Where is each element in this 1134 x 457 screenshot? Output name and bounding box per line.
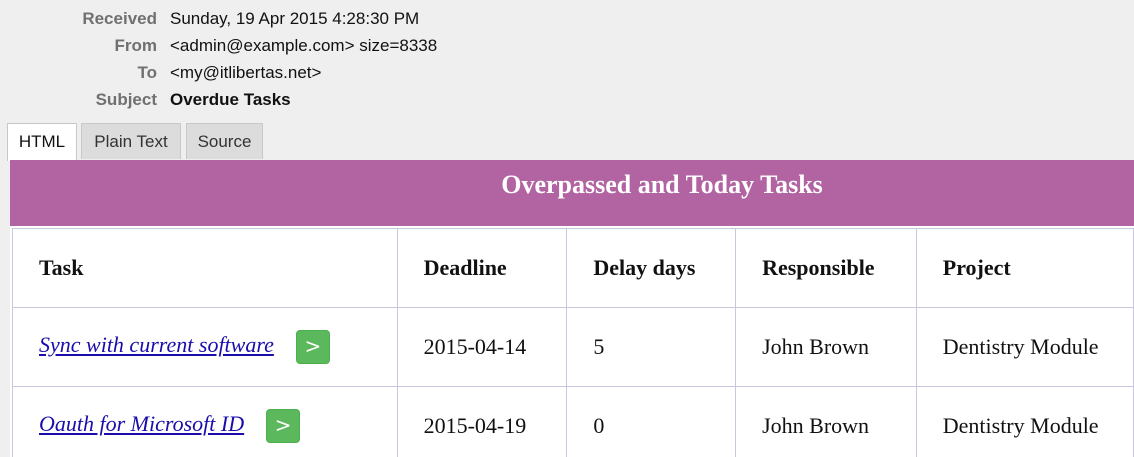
- header-to: To <my@itlibertas.net>: [0, 60, 1134, 87]
- header-label-from: From: [114, 36, 158, 55]
- deadline-cell: 2015-04-19: [396, 386, 568, 457]
- project-cell: Dentistry Module: [915, 307, 1134, 387]
- project-cell: Dentistry Module: [915, 386, 1134, 457]
- email-body: Overpassed and Today Tasks Task Deadline…: [10, 160, 1134, 457]
- task-cell: Oauth for Microsoft ID >: [12, 386, 398, 457]
- open-task-button[interactable]: >: [266, 409, 301, 443]
- table-row: Oauth for Microsoft ID > 2015-04-19 0 Joh…: [12, 386, 1134, 457]
- header-label-to: To: [137, 63, 157, 82]
- task-link[interactable]: Sync with current software: [39, 332, 274, 357]
- table-row: Sync with current software > 2015-04-14 5…: [12, 307, 1134, 387]
- tab-plain-text[interactable]: Plain Text: [81, 123, 181, 159]
- column-header-delay-days: Delay days: [566, 228, 737, 308]
- header-from: From <admin@example.com> size=8338: [0, 33, 1134, 60]
- delay-cell: 5: [566, 307, 737, 387]
- tab-source[interactable]: Source: [186, 123, 263, 159]
- message-headers: Received Sunday, 19 Apr 2015 4:28:30 PM …: [0, 6, 1134, 114]
- tab-html[interactable]: HTML: [7, 123, 77, 161]
- column-header-task: Task: [12, 228, 398, 308]
- deadline-cell: 2015-04-14: [396, 307, 568, 387]
- header-received: Received Sunday, 19 Apr 2015 4:28:30 PM: [0, 6, 1134, 33]
- header-label-subject: Subject: [95, 90, 157, 109]
- email-banner: Overpassed and Today Tasks: [10, 160, 1134, 226]
- delay-cell: 0: [566, 386, 737, 457]
- column-header-responsible: Responsible: [735, 228, 917, 308]
- table-header-row: Task Deadline Delay days Responsible Pro…: [12, 228, 1134, 308]
- column-header-project: Project: [915, 228, 1134, 308]
- responsible-cell: John Brown: [735, 307, 917, 387]
- banner-title: Overpassed and Today Tasks: [501, 170, 823, 199]
- header-value-to: <my@itlibertas.net>: [170, 63, 322, 82]
- header-value-received: Sunday, 19 Apr 2015 4:28:30 PM: [170, 9, 420, 28]
- header-value-subject: Overdue Tasks: [170, 90, 291, 109]
- task-cell: Sync with current software >: [12, 307, 398, 387]
- header-value-from: <admin@example.com> size=8338: [170, 36, 438, 55]
- header-subject: Subject Overdue Tasks: [0, 87, 1134, 114]
- column-header-deadline: Deadline: [396, 228, 568, 308]
- tasks-table: Task Deadline Delay days Responsible Pro…: [12, 228, 1134, 457]
- header-label-received: Received: [82, 9, 157, 28]
- responsible-cell: John Brown: [735, 386, 917, 457]
- open-task-button[interactable]: >: [295, 330, 330, 364]
- task-link[interactable]: Oauth for Microsoft ID: [39, 411, 244, 436]
